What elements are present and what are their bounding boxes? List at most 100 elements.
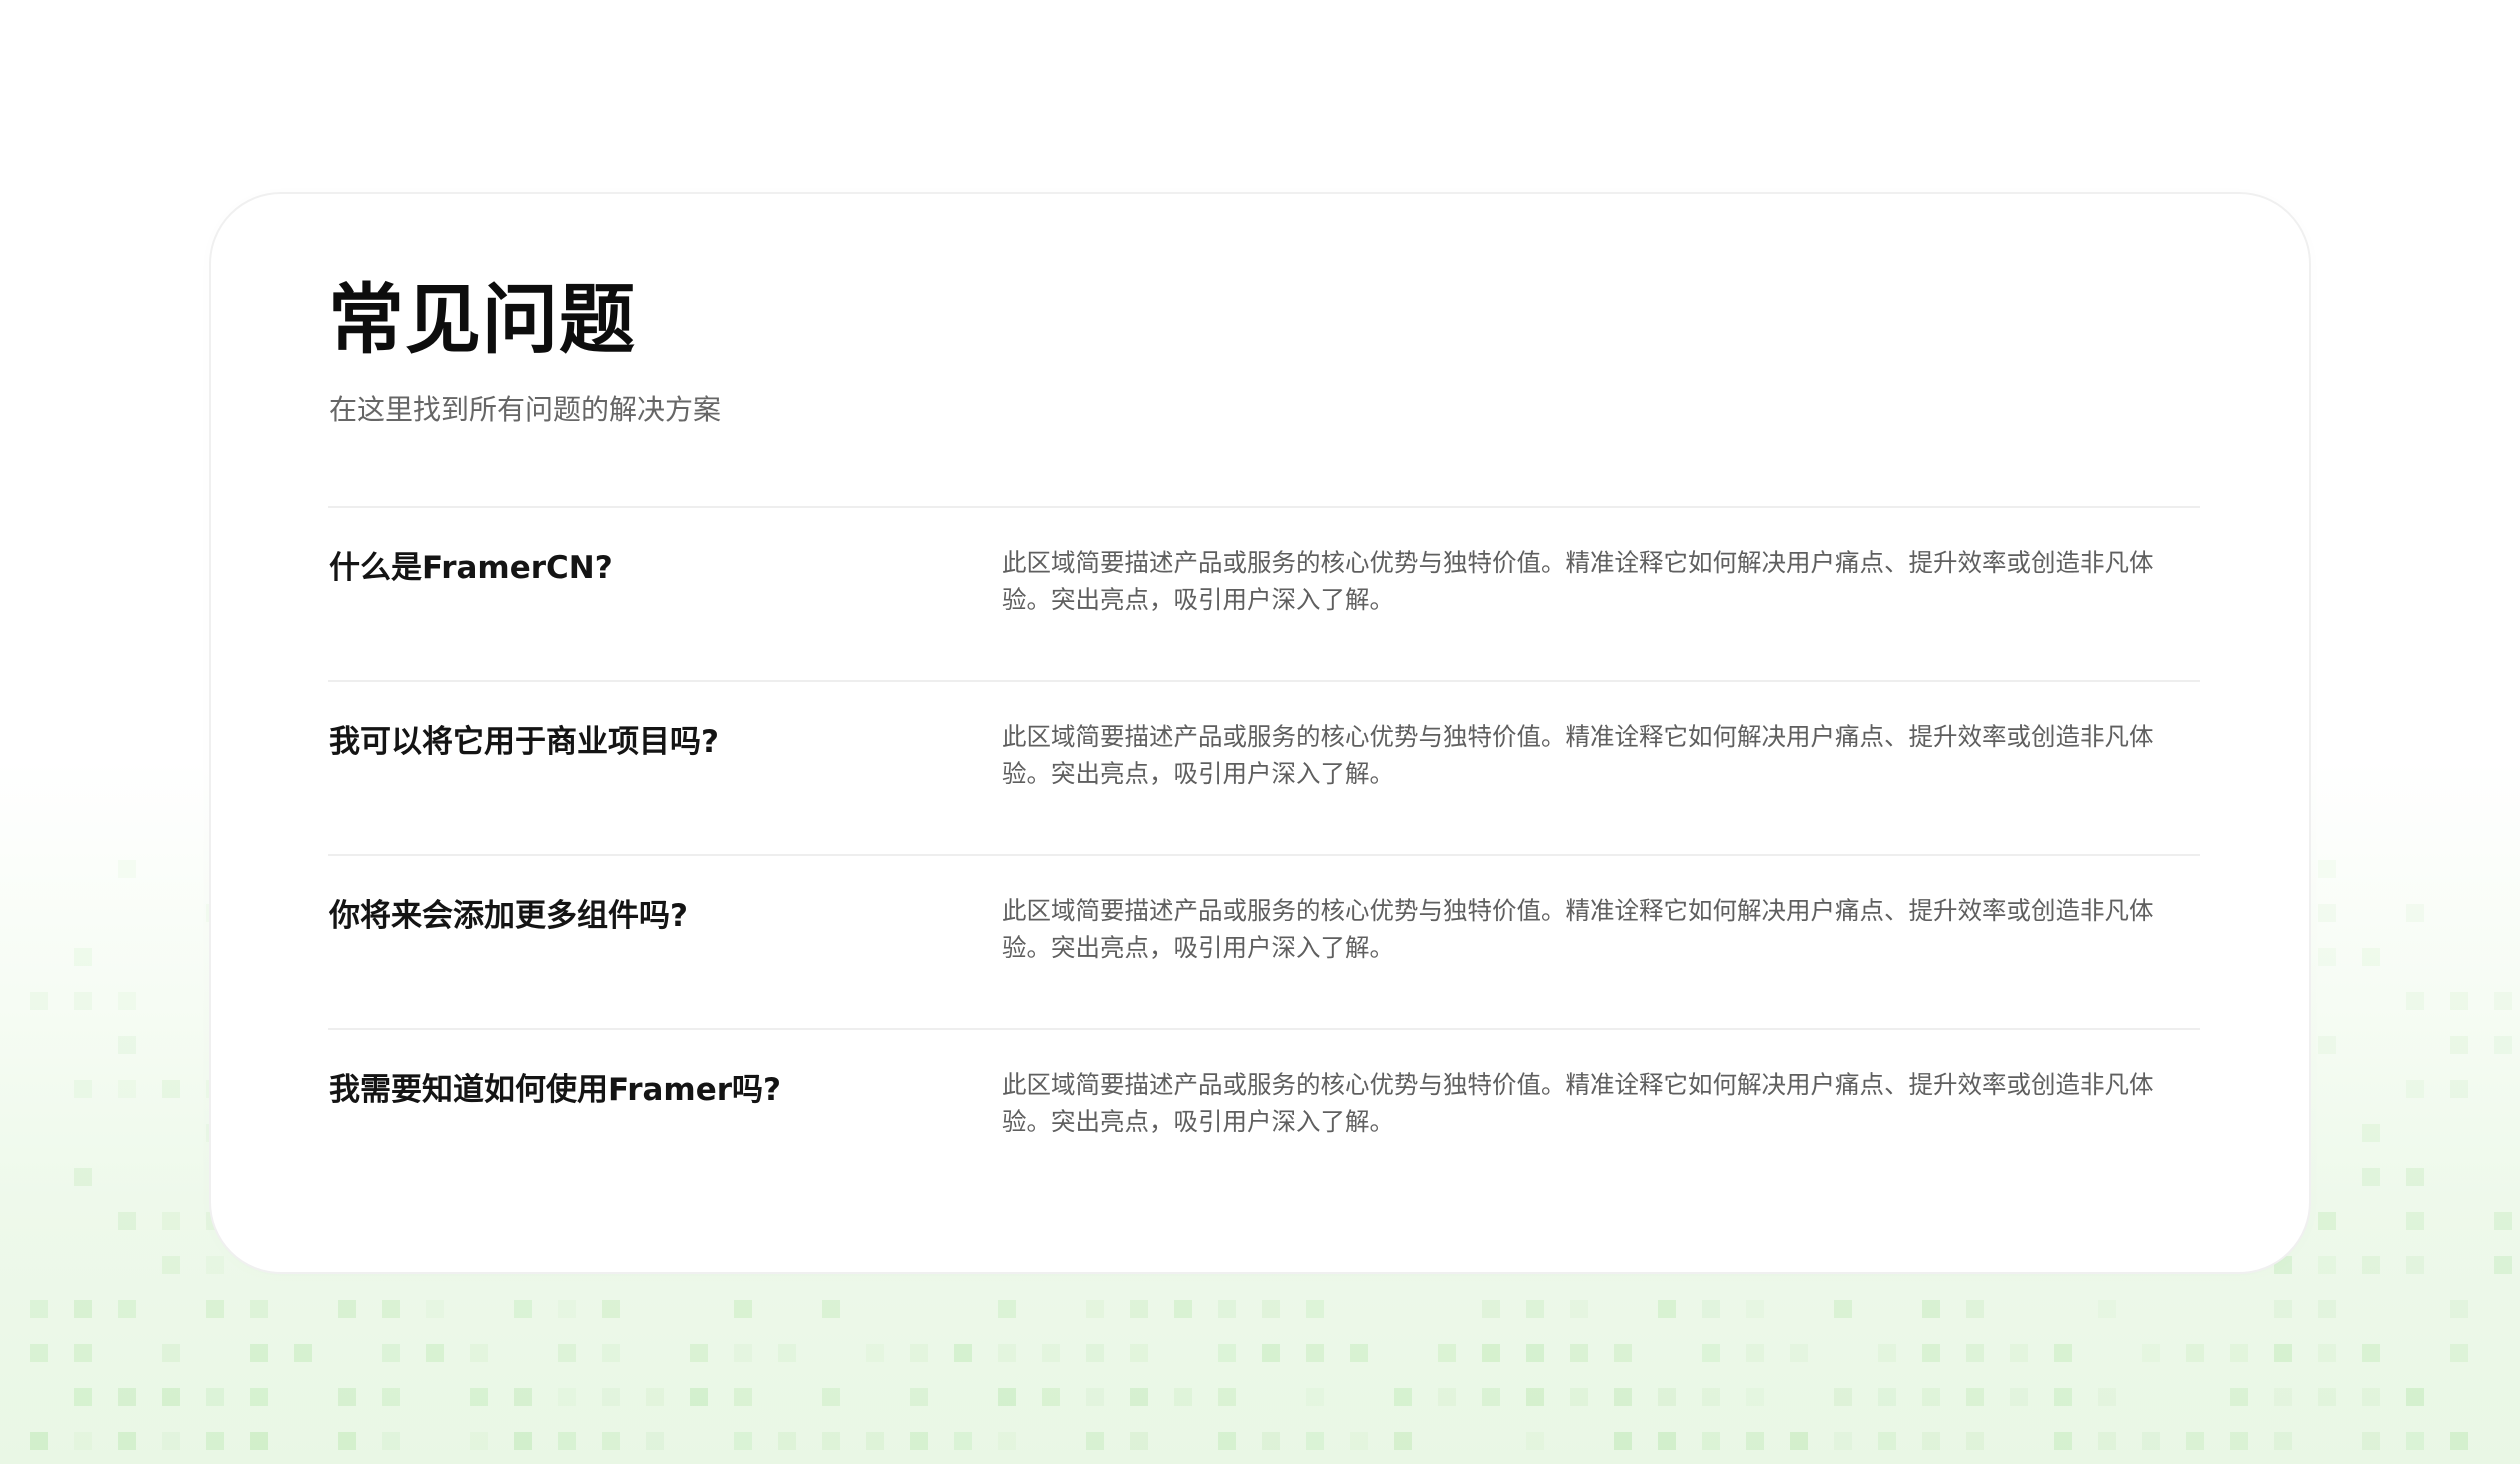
grid-pixel — [2406, 904, 2424, 922]
grid-pixel — [2494, 1036, 2512, 1054]
grid-pixel — [1790, 1344, 1808, 1362]
grid-pixel — [1262, 1344, 1280, 1362]
grid-pixel — [2318, 948, 2336, 966]
grid-pixel — [998, 1300, 1016, 1318]
grid-pixel — [1790, 1432, 1808, 1450]
grid-pixel — [1306, 1344, 1324, 1362]
grid-pixel — [998, 1432, 1016, 1450]
grid-pixel — [382, 1432, 400, 1450]
grid-pixel — [162, 1388, 180, 1406]
faq-item[interactable]: 什么是FramerCN? 此区域简要描述产品或服务的核心优势与独特价值。精准诠释… — [328, 506, 2200, 680]
grid-pixel — [954, 1344, 972, 1362]
grid-pixel — [2362, 1388, 2380, 1406]
grid-pixel — [2054, 1388, 2072, 1406]
grid-pixel — [382, 1388, 400, 1406]
grid-pixel — [118, 992, 136, 1010]
grid-pixel — [1702, 1344, 1720, 1362]
grid-pixel — [1130, 1432, 1148, 1450]
faq-answer: 此区域简要描述产品或服务的核心优势与独特价值。精准诠释它如何解决用户痛点、提升效… — [1002, 896, 2154, 962]
grid-pixel — [1130, 1388, 1148, 1406]
grid-pixel — [206, 1388, 224, 1406]
grid-pixel — [294, 1344, 312, 1362]
grid-pixel — [514, 1300, 532, 1318]
grid-pixel — [2054, 1344, 2072, 1362]
grid-pixel — [2318, 1344, 2336, 1362]
grid-pixel — [646, 1388, 664, 1406]
faq-question[interactable]: 你将来会添加更多组件吗? — [329, 894, 688, 938]
grid-pixel — [1746, 1344, 1764, 1362]
grid-pixel — [690, 1388, 708, 1406]
grid-pixel — [1526, 1432, 1544, 1450]
grid-pixel — [998, 1388, 1016, 1406]
grid-pixel — [2362, 948, 2380, 966]
grid-pixel — [426, 1300, 444, 1318]
grid-pixel — [2406, 1212, 2424, 1230]
grid-pixel — [1658, 1388, 1676, 1406]
grid-pixel — [1834, 1300, 1852, 1318]
grid-pixel — [1526, 1344, 1544, 1362]
faq-card: 常见问题 在这里找到所有问题的解决方案 什么是FramerCN? 此区域简要描述… — [209, 192, 2311, 1274]
grid-pixel — [734, 1432, 752, 1450]
grid-pixel — [778, 1432, 796, 1450]
grid-pixel — [74, 1300, 92, 1318]
grid-pixel — [1174, 1300, 1192, 1318]
grid-pixel — [162, 1080, 180, 1098]
grid-pixel — [1218, 1344, 1236, 1362]
grid-pixel — [118, 1388, 136, 1406]
grid-pixel — [1130, 1344, 1148, 1362]
faq-question[interactable]: 我可以将它用于商业项目吗? — [329, 720, 719, 764]
grid-pixel — [118, 1036, 136, 1054]
grid-pixel — [74, 1168, 92, 1186]
grid-pixel — [2274, 1388, 2292, 1406]
grid-pixel — [1350, 1344, 1368, 1362]
grid-pixel — [2494, 992, 2512, 1010]
faq-question[interactable]: 什么是FramerCN? — [329, 546, 613, 590]
grid-pixel — [2450, 1300, 2468, 1318]
grid-pixel — [1526, 1300, 1544, 1318]
grid-pixel — [162, 1344, 180, 1362]
grid-pixel — [1130, 1300, 1148, 1318]
grid-pixel — [1658, 1432, 1676, 1450]
grid-pixel — [2494, 1212, 2512, 1230]
grid-pixel — [2010, 1388, 2028, 1406]
grid-pixel — [1966, 1300, 1984, 1318]
grid-pixel — [602, 1388, 620, 1406]
grid-pixel — [646, 1432, 664, 1450]
grid-pixel — [2142, 1432, 2160, 1450]
grid-pixel — [2450, 1344, 2468, 1362]
grid-pixel — [910, 1432, 928, 1450]
grid-pixel — [2274, 1432, 2292, 1450]
faq-item[interactable]: 你将来会添加更多组件吗? 此区域简要描述产品或服务的核心优势与独特价值。精准诠释… — [328, 854, 2200, 1028]
grid-pixel — [1922, 1432, 1940, 1450]
grid-pixel — [1306, 1388, 1324, 1406]
grid-pixel — [2230, 1432, 2248, 1450]
grid-pixel — [162, 1256, 180, 1274]
grid-pixel — [2406, 1432, 2424, 1450]
grid-pixel — [1086, 1344, 1104, 1362]
grid-pixel — [250, 1300, 268, 1318]
faq-question[interactable]: 我需要知道如何使用Framer吗? — [329, 1068, 781, 1112]
grid-pixel — [734, 1300, 752, 1318]
grid-pixel — [2362, 1168, 2380, 1186]
grid-pixel — [734, 1388, 752, 1406]
grid-pixel — [514, 1432, 532, 1450]
faq-item[interactable]: 我可以将它用于商业项目吗? 此区域简要描述产品或服务的核心优势与独特价值。精准诠… — [328, 680, 2200, 854]
faq-item[interactable]: 我需要知道如何使用Framer吗? 此区域简要描述产品或服务的核心优势与独特价值… — [328, 1028, 2200, 1202]
grid-pixel — [2230, 1388, 2248, 1406]
grid-pixel — [822, 1432, 840, 1450]
grid-pixel — [602, 1344, 620, 1362]
grid-pixel — [1614, 1388, 1632, 1406]
grid-pixel — [118, 860, 136, 878]
grid-pixel — [558, 1300, 576, 1318]
grid-pixel — [2450, 1036, 2468, 1054]
grid-pixel — [558, 1432, 576, 1450]
faq-answer: 此区域简要描述产品或服务的核心优势与独特价值。精准诠释它如何解决用户痛点、提升效… — [1002, 548, 2154, 614]
grid-pixel — [1834, 1432, 1852, 1450]
grid-pixel — [2406, 992, 2424, 1010]
grid-pixel — [2010, 1344, 2028, 1362]
grid-pixel — [1394, 1432, 1412, 1450]
grid-pixel — [1218, 1388, 1236, 1406]
grid-pixel — [998, 1344, 1016, 1362]
grid-pixel — [2450, 1080, 2468, 1098]
grid-pixel — [2450, 1432, 2468, 1450]
